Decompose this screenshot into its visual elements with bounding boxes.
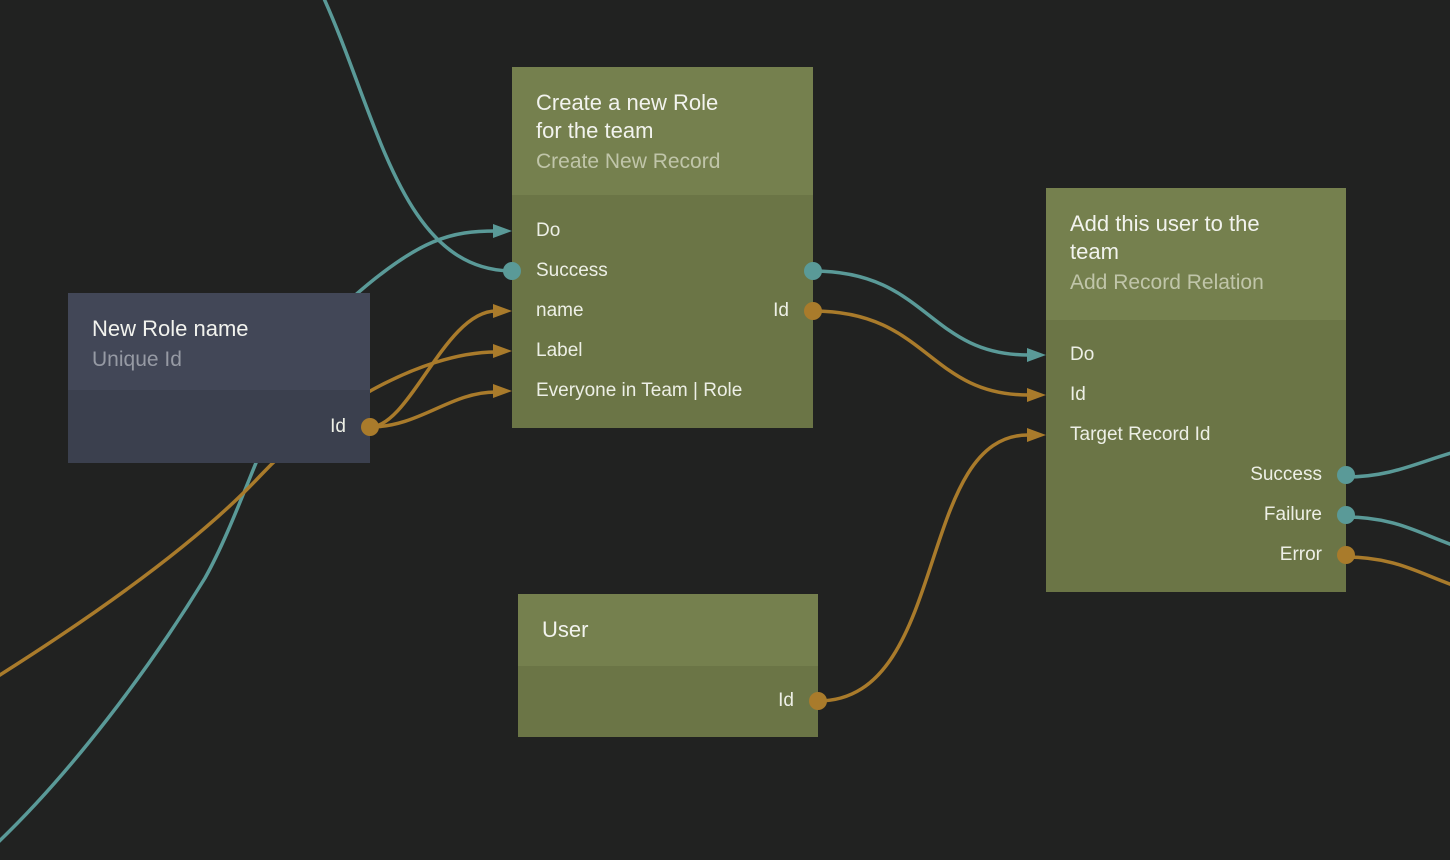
- port-row: Do: [1046, 335, 1346, 375]
- node-ports: Do Id Target Record Id Success Failure E…: [1046, 320, 1346, 592]
- node-editor-canvas[interactable]: New Role name Unique Id Id Create a new …: [0, 0, 1450, 860]
- node-title: User: [542, 616, 794, 644]
- connection-new-role-id-to-create-everyone[interactable]: [370, 392, 496, 427]
- port-row: Do: [512, 211, 813, 251]
- input-port-id-arrow[interactable]: [1027, 388, 1046, 402]
- port-label-failure: Failure: [1264, 504, 1322, 526]
- connection-add-failure-to-offscreen-right[interactable]: [1346, 517, 1450, 547]
- node-header: Add this user to the team Add Record Rel…: [1046, 188, 1346, 320]
- node-add-record-relation[interactable]: Add this user to the team Add Record Rel…: [1046, 188, 1346, 592]
- input-port-do-arrow[interactable]: [1027, 348, 1046, 362]
- port-label-id: Id: [778, 690, 794, 712]
- port-label-label: Label: [536, 340, 583, 362]
- output-port-failure-dot[interactable]: [1337, 506, 1355, 524]
- node-ports: Id: [518, 666, 818, 737]
- port-row: Label: [512, 331, 813, 371]
- connection-user-id-to-add-target-record-id[interactable]: [818, 435, 1028, 701]
- port-row: Everyone in Team | Role: [512, 371, 813, 411]
- output-port-success-dot[interactable]: [804, 262, 822, 280]
- node-title: Add this user to the team: [1070, 210, 1292, 266]
- node-header: Create a new Role for the team Create Ne…: [512, 67, 813, 195]
- port-row: Success: [1046, 455, 1346, 495]
- input-port-target-record-id-arrow[interactable]: [1027, 428, 1046, 442]
- output-port-id-dot[interactable]: [804, 302, 822, 320]
- connection-add-success-to-offscreen-right[interactable]: [1346, 451, 1450, 477]
- port-label-id: Id: [1070, 384, 1086, 406]
- node-title: New Role name: [92, 315, 346, 343]
- port-row: Id: [518, 681, 818, 721]
- output-port-success-dot[interactable]: [1337, 466, 1355, 484]
- input-port-name-arrow[interactable]: [493, 304, 512, 318]
- input-port-label-arrow[interactable]: [493, 344, 512, 358]
- output-port-id-dot[interactable]: [361, 418, 379, 436]
- node-ports: Id: [68, 390, 370, 463]
- node-title: Create a new Role for the team: [536, 89, 741, 145]
- input-port-do-arrow[interactable]: [493, 224, 512, 238]
- node-new-role-name[interactable]: New Role name Unique Id Id: [68, 293, 370, 463]
- output-port-id-dot[interactable]: [809, 692, 827, 710]
- output-port-success-dot-left[interactable]: [503, 262, 521, 280]
- port-label-id: Id: [330, 416, 346, 438]
- node-subtitle: Add Record Relation: [1070, 269, 1322, 296]
- port-row: Failure: [1046, 495, 1346, 535]
- input-port-everyone-arrow[interactable]: [493, 384, 512, 398]
- port-label-id: Id: [773, 300, 789, 322]
- output-port-error-dot[interactable]: [1337, 546, 1355, 564]
- port-label-everyone-in-team-role: Everyone in Team | Role: [536, 380, 742, 402]
- connection-add-error-to-offscreen-right[interactable]: [1346, 557, 1450, 587]
- node-subtitle: Unique Id: [92, 346, 346, 373]
- port-label-name: name: [536, 300, 584, 322]
- node-ports: Do Success name Id Label Everyone in Tea…: [512, 195, 813, 428]
- port-row: Id: [68, 407, 370, 447]
- port-label-do: Do: [1070, 344, 1094, 366]
- port-label-do: Do: [536, 220, 560, 242]
- node-create-new-record[interactable]: Create a new Role for the team Create Ne…: [512, 67, 813, 428]
- node-subtitle: Create New Record: [536, 148, 789, 175]
- port-row: Target Record Id: [1046, 415, 1346, 455]
- port-label-success: Success: [536, 260, 608, 282]
- port-row: Id: [1046, 375, 1346, 415]
- port-label-target-record-id: Target Record Id: [1070, 424, 1210, 446]
- port-row: name Id: [512, 291, 813, 331]
- port-row: Success: [512, 251, 813, 291]
- port-label-success: Success: [1250, 464, 1322, 486]
- node-user[interactable]: User Id: [518, 594, 818, 737]
- node-header: User: [518, 594, 818, 666]
- port-label-error: Error: [1280, 544, 1322, 566]
- node-header: New Role name Unique Id: [68, 293, 370, 390]
- port-row: Error: [1046, 535, 1346, 575]
